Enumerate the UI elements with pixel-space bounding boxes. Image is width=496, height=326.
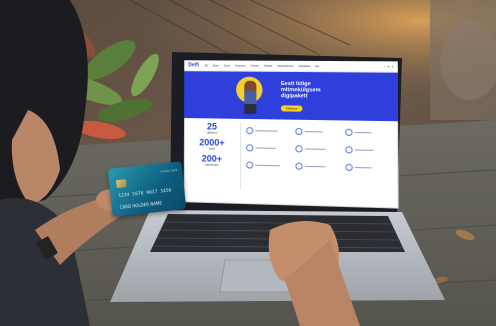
menu-icon[interactable]: ≡ [392, 64, 394, 68]
hero-title: Eesti lidige mitmekülgsem digipakett [281, 81, 354, 100]
card-brand: Credit Card [160, 167, 178, 174]
nav-item[interactable]: Ek [205, 64, 208, 67]
feature-text-placeholder [304, 165, 326, 168]
nav-item[interactable]: Sport [224, 64, 230, 67]
nav-item[interactable]: Elu [315, 65, 319, 68]
feature-text-placeholder [354, 131, 372, 134]
stat-item: 25 väljaannet [206, 121, 218, 135]
hero-person-image [244, 80, 257, 115]
feature-item [246, 127, 291, 135]
feature-text-placeholder [304, 130, 324, 133]
feature-item [295, 145, 341, 153]
user-icon[interactable]: ● [388, 64, 390, 68]
hero-banner: Eesti lidige mitmekülgsem digipakett Tel… [184, 71, 399, 122]
site-logo[interactable]: Delfi [188, 62, 199, 68]
feature-icon [295, 145, 303, 153]
stats-column: 25 väljaannet 2000+ artiklit 200+ ajakir… [188, 121, 236, 171]
nav-item[interactable]: Kultuur [250, 64, 258, 67]
feature-item [345, 128, 392, 137]
card-holder-name: CARD HOLDER NAME [119, 200, 163, 210]
feature-icon [246, 127, 254, 135]
feature-icon [295, 162, 303, 170]
card-number: 1234 5678 9017 3456 [118, 187, 172, 198]
feature-icon [246, 144, 254, 152]
feature-item [295, 127, 341, 136]
nav-item[interactable]: Eesti [213, 64, 219, 67]
stat-number: 2000+ [199, 137, 225, 148]
feature-item [246, 161, 291, 169]
feature-icon [345, 163, 353, 172]
stat-label: ajakirjanikku [205, 163, 219, 167]
nav-item[interactable]: Naistekas [298, 64, 310, 67]
laptop-screen: Delfi Ek Eesti Sport Arvamus Kultuur Tea… [183, 60, 399, 209]
hero-cta-button[interactable]: Tellimine [280, 105, 303, 112]
feature-item [345, 163, 392, 172]
stat-label: väljaannet [206, 131, 218, 135]
site-nav: Ek Eesti Sport Arvamus Kultuur Teadus Me… [205, 64, 319, 68]
feature-icon [246, 161, 254, 169]
feature-item [295, 162, 341, 171]
feature-text-placeholder [304, 148, 326, 151]
feature-text-placeholder [255, 164, 280, 167]
feature-text-placeholder [354, 166, 372, 169]
photo-scene: Delfi Ek Eesti Sport Arvamus Kultuur Tea… [0, 0, 496, 326]
stat-item: 200+ ajakirjanikku [201, 153, 223, 167]
header-icons: ⌕ ● ≡ [384, 64, 394, 68]
stat-number: 25 [206, 121, 217, 132]
stat-item: 2000+ artiklit [199, 137, 225, 151]
feature-item [345, 146, 392, 154]
feature-icon [345, 146, 353, 154]
stat-number: 200+ [201, 153, 223, 164]
nav-item[interactable]: Teadus [264, 64, 273, 67]
nav-item[interactable]: Arvamus [235, 64, 245, 67]
feature-icon [345, 128, 353, 137]
nav-item[interactable]: Meelelahutus [277, 64, 293, 67]
stats-divider [240, 122, 242, 190]
feature-item [246, 144, 291, 152]
stat-label: artiklit [208, 147, 216, 151]
credit-card: Credit Card 1234 5678 9017 3456 CARD HOL… [107, 161, 187, 217]
hero-title-line: digipakett [280, 93, 308, 100]
feature-text-placeholder [255, 129, 278, 132]
card-chip [115, 179, 127, 189]
feature-text-placeholder [255, 147, 276, 150]
feature-icon [295, 127, 303, 136]
feature-text-placeholder [354, 149, 374, 152]
search-icon[interactable]: ⌕ [384, 64, 386, 68]
features-grid [246, 127, 392, 172]
